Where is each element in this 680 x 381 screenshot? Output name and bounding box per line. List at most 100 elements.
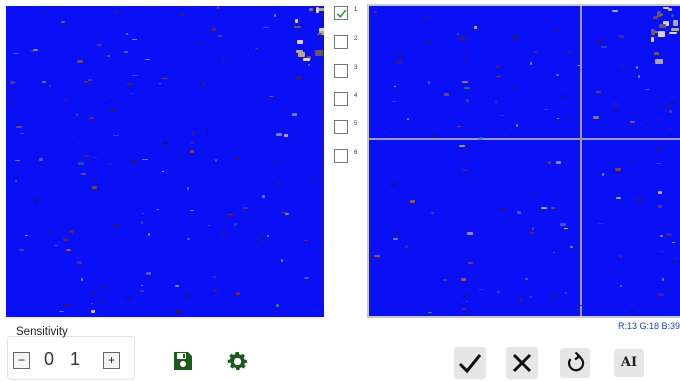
save-button[interactable]: [172, 350, 196, 374]
layer-checkbox-5[interactable]: [334, 120, 348, 134]
reset-button[interactable]: [560, 348, 590, 378]
image-speck: [532, 227, 534, 230]
image-speck: [668, 8, 672, 11]
image-speck: [303, 58, 310, 61]
layer-row-1[interactable]: 1: [334, 6, 366, 24]
image-speck: [479, 289, 484, 290]
image-speck: [113, 135, 119, 136]
image-speck: [309, 8, 313, 11]
gear-icon: [227, 352, 248, 371]
image-speck: [294, 26, 301, 28]
image-speck: [131, 160, 137, 163]
image-speck: [660, 235, 663, 237]
layer-row-6[interactable]: 6: [334, 149, 366, 167]
image-speck: [59, 311, 64, 312]
layer-row-3[interactable]: 3: [334, 64, 366, 82]
image-speck: [495, 101, 497, 103]
image-speck: [15, 180, 17, 182]
layer-checkbox-6[interactable]: [334, 149, 348, 163]
image-speck: [464, 277, 466, 278]
layer-checkbox-1[interactable]: [334, 6, 348, 20]
preview-image-panel[interactable]: [367, 4, 680, 318]
image-speck: [315, 50, 323, 56]
sensitivity-decrease-button[interactable]: −: [13, 352, 30, 369]
image-speck: [109, 163, 111, 165]
image-speck: [316, 7, 319, 13]
sensitivity-increase-button[interactable]: +: [103, 352, 120, 369]
layer-row-4[interactable]: 4: [334, 92, 366, 110]
image-speck: [44, 10, 50, 11]
image-speck: [658, 205, 662, 208]
image-speck: [215, 159, 217, 162]
image-speck: [391, 183, 395, 186]
image-speck: [654, 52, 659, 55]
image-speck: [517, 211, 521, 214]
image-speck: [222, 60, 225, 61]
image-speck: [76, 113, 78, 116]
image-speck: [39, 158, 43, 161]
image-speck: [468, 262, 473, 264]
image-speck: [25, 235, 28, 236]
image-speck: [393, 238, 398, 240]
image-speck: [655, 148, 661, 149]
image-speck: [187, 238, 190, 240]
image-speck: [104, 103, 110, 104]
image-speck: [669, 130, 671, 131]
image-speck: [658, 191, 662, 194]
image-speck: [284, 134, 288, 137]
settings-button[interactable]: [225, 349, 250, 374]
image-speck: [132, 75, 138, 76]
image-speck: [68, 169, 73, 170]
image-speck: [141, 285, 143, 286]
image-speck: [431, 134, 436, 136]
confirm-button[interactable]: [454, 347, 486, 379]
image-speck: [190, 210, 194, 211]
image-speck: [295, 19, 298, 23]
image-speck: [466, 301, 468, 302]
image-speck: [658, 118, 660, 120]
image-speck: [97, 44, 102, 46]
image-speck: [64, 303, 69, 305]
image-speck: [513, 36, 518, 39]
image-speck: [92, 186, 97, 189]
image-speck: [541, 207, 547, 209]
image-speck: [636, 66, 638, 69]
image-speck: [99, 315, 101, 316]
sensitivity-digit-2[interactable]: 1: [70, 349, 80, 370]
image-speck: [615, 168, 621, 171]
image-speck: [142, 213, 144, 214]
image-speck: [557, 118, 559, 119]
image-speck: [567, 51, 572, 54]
source-image-panel[interactable]: [6, 6, 324, 317]
image-speck: [10, 81, 15, 84]
layer-checkbox-4[interactable]: [334, 92, 348, 106]
image-speck: [142, 159, 148, 160]
image-speck: [396, 61, 402, 64]
rotate-icon: [567, 351, 585, 372]
image-speck: [83, 81, 89, 83]
image-speck: [102, 285, 105, 288]
cancel-button[interactable]: [506, 347, 538, 379]
image-speck: [76, 137, 80, 138]
layer-row-5[interactable]: 5: [334, 120, 366, 138]
layer-checkbox-2[interactable]: [334, 35, 348, 49]
image-speck: [612, 10, 618, 12]
image-speck: [38, 133, 40, 134]
save-icon: [174, 352, 192, 370]
image-speck: [374, 255, 380, 257]
layer-label: 5: [354, 121, 358, 127]
layer-checkbox-3[interactable]: [334, 64, 348, 78]
sensitivity-digit-1[interactable]: 0: [44, 349, 54, 370]
ai-button[interactable]: AI: [614, 349, 644, 377]
image-speck: [93, 292, 95, 295]
image-speck: [530, 296, 532, 298]
image-speck: [657, 11, 661, 17]
layer-label: 3: [354, 65, 358, 71]
image-speck: [218, 35, 222, 37]
layer-label: 4: [354, 93, 358, 99]
layer-row-2[interactable]: 2: [334, 35, 366, 53]
image-speck: [298, 130, 300, 133]
image-speck: [162, 78, 167, 79]
image-speck: [271, 314, 273, 315]
image-speck: [658, 293, 664, 296]
